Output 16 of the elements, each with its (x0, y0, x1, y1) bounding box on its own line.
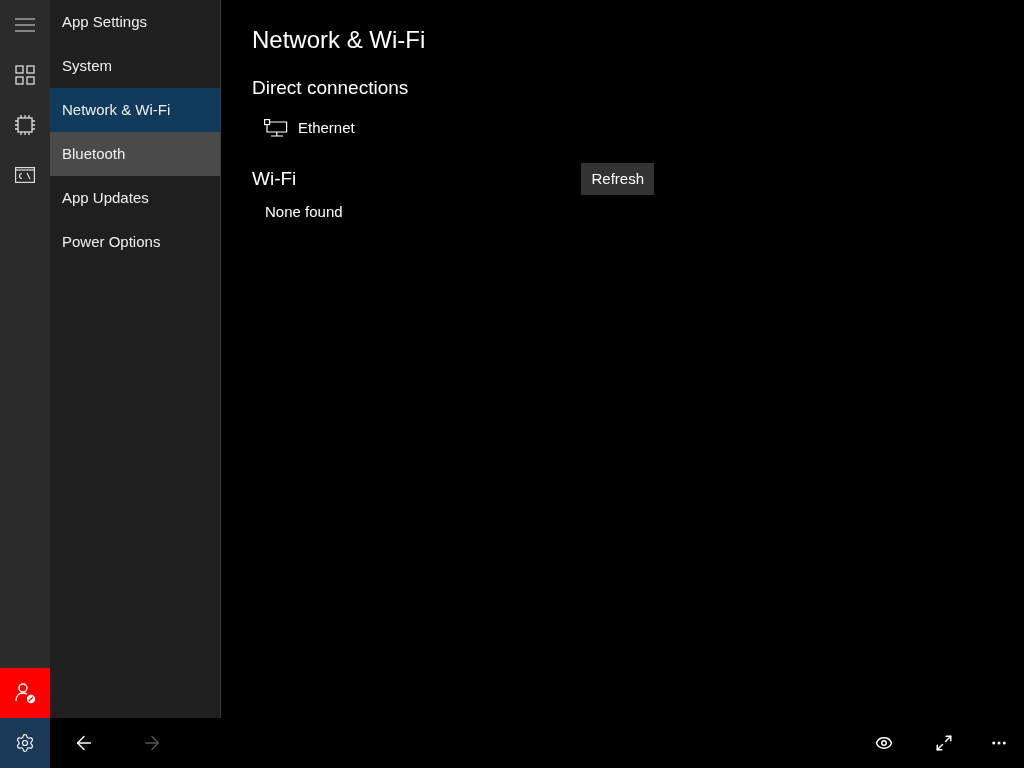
refresh-button[interactable]: Refresh (581, 163, 654, 195)
network-computer-icon (264, 118, 288, 137)
user-blocked-icon[interactable] (0, 668, 50, 718)
nav-item[interactable]: System (50, 44, 220, 88)
nav-item[interactable]: Bluetooth (50, 132, 220, 176)
section-heading: Wi-Fi (252, 166, 298, 191)
section-heading: Direct connections (252, 76, 409, 100)
nav-item[interactable]: Network & Wi-Fi (50, 88, 220, 132)
nav-item[interactable]: App Updates (50, 176, 220, 220)
gear-icon (15, 733, 35, 753)
status-text: None found (265, 202, 343, 222)
connection-name[interactable]: Ethernet (298, 116, 355, 139)
nav-item[interactable]: Power Options (50, 220, 220, 264)
page-title: Network & Wi-Fi (252, 25, 426, 55)
settings-button[interactable] (0, 718, 50, 768)
nav-item[interactable]: App Settings (50, 0, 220, 44)
